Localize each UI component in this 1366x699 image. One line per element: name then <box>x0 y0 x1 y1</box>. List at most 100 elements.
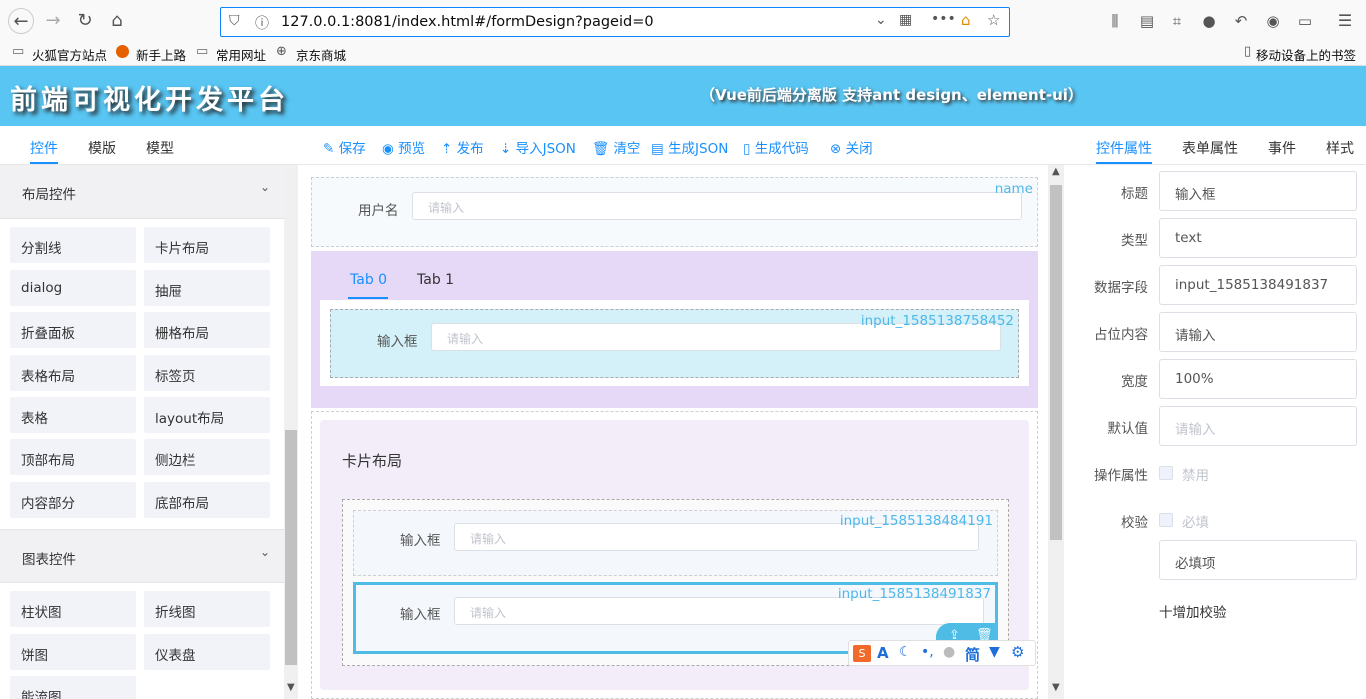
chevron-down-icon[interactable]: ▼ <box>1052 682 1060 693</box>
qr-icon[interactable]: ▦ <box>899 12 912 28</box>
component-item[interactable]: 仪表盘 <box>144 634 270 670</box>
eye-icon: ◉ <box>382 141 394 157</box>
disabled-checkbox[interactable] <box>1159 466 1173 480</box>
library-icon[interactable]: ⫼ <box>1102 8 1128 34</box>
left-scrollbar-thumb[interactable] <box>285 430 297 665</box>
bookmark-item[interactable]: 新手上路 <box>136 45 186 64</box>
clear-button[interactable]: 🗑 清空 <box>592 137 640 157</box>
document-icon: ▤ <box>651 141 664 157</box>
tab-events[interactable]: 事件 <box>1268 138 1296 158</box>
close-button[interactable]: ⊗ 关闭 <box>830 137 873 157</box>
prop-width-input[interactable]: 100% <box>1159 359 1357 399</box>
component-item[interactable]: 栅格布局 <box>144 312 270 348</box>
component-item[interactable]: 卡片布局 <box>144 227 270 263</box>
required-message-input[interactable]: 必填项 <box>1159 540 1357 580</box>
star-icon[interactable]: ☆ <box>987 11 1000 29</box>
prop-field-label: 数据字段 <box>1094 280 1148 296</box>
tab-input-label: 输入框 <box>377 334 418 350</box>
home-icon[interactable]: ⌂ <box>104 8 130 34</box>
value: 必填项 <box>1175 556 1216 572</box>
import-json-button[interactable]: ⇣ 导入JSON <box>500 137 576 157</box>
username-input[interactable]: 请输入 <box>412 192 1022 220</box>
globe-icon: ⊕ <box>276 44 287 59</box>
component-item[interactable]: 能流图 <box>10 676 136 699</box>
generate-json-button[interactable]: ▤ 生成JSON <box>651 137 728 157</box>
form-item-username[interactable]: 用户名 请输入 name <box>311 177 1038 247</box>
ime-toolbar[interactable]: S A ☾ •, ● 简 ▼ ⚙ <box>848 640 1036 666</box>
component-item[interactable]: 表格布局 <box>10 355 136 391</box>
canvas-scrollbar-thumb[interactable] <box>1050 185 1062 540</box>
tab-0[interactable]: Tab 0 <box>350 272 387 288</box>
bookmark-item[interactable]: 火狐官方站点 <box>32 45 107 64</box>
component-item[interactable]: 折线图 <box>144 591 270 627</box>
chevron-up-icon[interactable]: ▲ <box>1052 166 1060 177</box>
account-icon[interactable]: ◉ <box>1260 8 1286 34</box>
reload-icon[interactable]: ↻ <box>72 8 98 34</box>
tabs-container[interactable]: Tab 0 Tab 1 输入框 请输入 input_1585138758452 <box>311 251 1038 408</box>
chevron-down-icon[interactable]: ⌄ <box>875 12 887 28</box>
app-header: 前端可视化开发平台 （Vue前后端分离版 支持ant design、elemen… <box>0 66 1366 126</box>
chevron-down-icon[interactable]: ▼ <box>287 682 295 693</box>
url-bar[interactable]: ⛉ ⓘ 127.0.0.1:8081/index.html#/formDesig… <box>220 7 1010 37</box>
tab-templates[interactable]: 模版 <box>88 138 116 158</box>
add-validation-button[interactable]: 十增加校验 <box>1159 601 1227 621</box>
prop-default-input[interactable]: 请输入 <box>1159 406 1357 446</box>
screen-icon[interactable]: ▭ <box>1292 8 1318 34</box>
folder-icon: ▭ <box>196 44 209 59</box>
component-item[interactable]: 表格 <box>10 397 136 433</box>
save-button[interactable]: ✎ 保存 <box>323 137 366 157</box>
forward-icon[interactable]: → <box>40 8 66 34</box>
component-item[interactable]: 抽屉 <box>144 270 270 306</box>
moon-icon: ☾ <box>899 644 912 660</box>
generate-code-button[interactable]: ▯ 生成代码 <box>743 137 809 157</box>
field-id: input_1585138484191 <box>839 513 993 529</box>
menu-icon[interactable]: ☰ <box>1332 8 1358 34</box>
component-item[interactable]: dialog <box>10 270 136 306</box>
tab-control-props[interactable]: 控件属性 <box>1096 138 1152 158</box>
form-item-card-input-1[interactable]: 输入框 请输入 input_1585138484191 <box>353 510 998 576</box>
component-item[interactable]: 顶部布局 <box>10 439 136 475</box>
more-icon[interactable]: ••• <box>931 11 956 27</box>
bookmark-item[interactable]: 常用网址 <box>216 45 266 64</box>
back-icon[interactable]: ← <box>8 8 34 34</box>
component-item[interactable]: layout布局 <box>144 397 270 433</box>
publish-button[interactable]: ⇡ 发布 <box>441 137 484 157</box>
tab-models[interactable]: 模型 <box>146 138 174 158</box>
chat-icon[interactable]: ● <box>1196 8 1222 34</box>
form-item-tab-input[interactable]: 输入框 请输入 input_1585138758452 <box>330 309 1019 378</box>
tab-1[interactable]: Tab 1 <box>417 272 454 288</box>
mobile-bookmarks[interactable]: 移动设备上的书签 <box>1256 45 1356 64</box>
component-item[interactable]: 侧边栏 <box>144 439 270 475</box>
value: 输入框 <box>1175 187 1216 203</box>
chevron-down-icon: ⌄ <box>259 180 270 194</box>
component-item[interactable]: 底部布局 <box>144 482 270 518</box>
sidebar-icon[interactable]: ▤ <box>1134 8 1160 34</box>
save-label: 保存 <box>338 141 366 157</box>
tab-controls[interactable]: 控件 <box>30 138 58 158</box>
prop-title-input[interactable]: 输入框 <box>1159 171 1357 211</box>
component-item[interactable]: 分割线 <box>10 227 136 263</box>
bookmark-item[interactable]: 京东商城 <box>296 45 346 64</box>
component-item[interactable]: 折叠面板 <box>10 312 136 348</box>
component-item[interactable]: 标签页 <box>144 355 270 391</box>
download-icon: ⇣ <box>500 141 512 157</box>
required-checkbox[interactable] <box>1159 513 1173 527</box>
prop-default-label: 默认值 <box>1107 421 1149 437</box>
preview-button[interactable]: ◉ 预览 <box>382 137 425 157</box>
prop-placeholder-input[interactable]: 请输入 <box>1159 312 1357 352</box>
tab-styles[interactable]: 样式 <box>1326 138 1354 158</box>
component-item[interactable]: 内容部分 <box>10 482 136 518</box>
home-star-icon[interactable]: ⌂ <box>961 11 971 29</box>
undo-icon[interactable]: ↶ <box>1228 8 1254 34</box>
prop-field-input[interactable]: input_1585138491837 <box>1159 265 1357 305</box>
prop-type-input[interactable]: text <box>1159 218 1357 258</box>
component-item[interactable]: 饼图 <box>10 634 136 670</box>
tab-form-props[interactable]: 表单属性 <box>1182 138 1238 158</box>
item-label: 标签页 <box>155 369 196 385</box>
group-layout-header[interactable]: 布局控件 ⌄ <box>0 165 284 219</box>
component-item[interactable]: 柱状图 <box>10 591 136 627</box>
group-chart-header[interactable]: 图表控件 ⌄ <box>0 529 284 583</box>
prop-title-label: 标题 <box>1121 186 1148 202</box>
item-label: 卡片布局 <box>155 241 209 257</box>
crop-icon[interactable]: ⌗ <box>1164 8 1190 34</box>
